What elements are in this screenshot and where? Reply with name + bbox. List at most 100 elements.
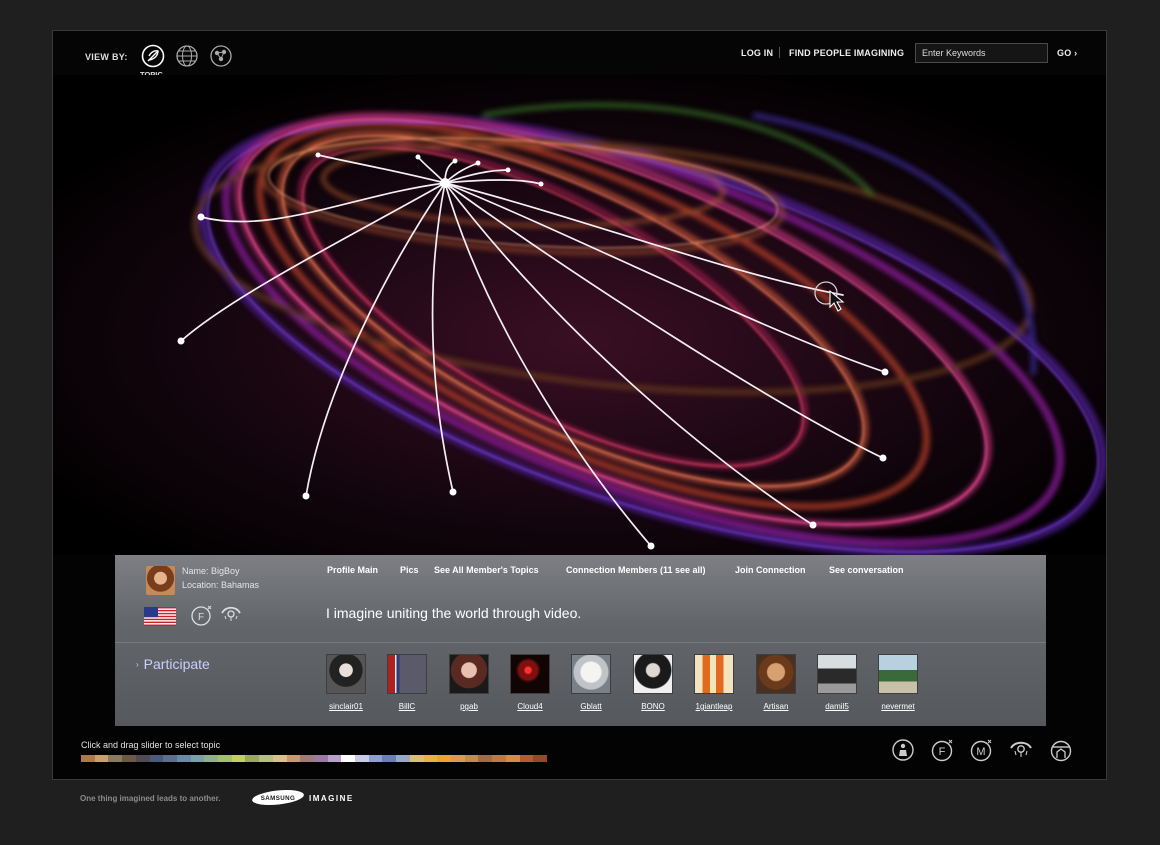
slider-color-segment[interactable] <box>396 755 410 762</box>
profile-panel: Name: BigBoy Location: Bahamas Profile M… <box>115 555 1046 726</box>
dome-icon[interactable] <box>1049 738 1073 762</box>
slider-color-segment[interactable] <box>313 755 328 762</box>
slider-color-segment[interactable] <box>492 755 506 762</box>
slider-color-segment[interactable] <box>286 755 301 762</box>
topic-icon[interactable] <box>141 44 165 68</box>
slider-color-segment[interactable] <box>464 755 479 762</box>
samsung-logo[interactable]: SAMSUNG <box>251 789 305 806</box>
topic-node[interactable] <box>881 368 889 376</box>
member-photo <box>449 654 489 694</box>
topic-node-center[interactable] <box>440 178 450 188</box>
go-button[interactable]: GO › <box>1057 48 1077 58</box>
join-connection-link[interactable]: Join Connection <box>735 565 806 575</box>
slider-color-segment[interactable] <box>204 755 219 762</box>
slider-color-segment[interactable] <box>368 755 383 762</box>
topic-node[interactable] <box>177 337 185 345</box>
member-topics-link[interactable]: See All Member's Topics <box>434 565 539 575</box>
member-name[interactable]: Artisan <box>756 702 796 711</box>
slider-color-segment[interactable] <box>245 755 260 762</box>
member-name[interactable]: BillC <box>387 702 427 711</box>
slider-color-segment[interactable] <box>108 755 123 762</box>
topic-color-slider[interactable] <box>81 755 547 762</box>
avatar[interactable] <box>146 566 175 595</box>
slider-color-segment[interactable] <box>450 755 465 762</box>
topic-node[interactable] <box>452 158 458 164</box>
slider-color-segment[interactable] <box>122 755 136 762</box>
member-thumbnail[interactable]: sinclair01 <box>326 654 366 711</box>
topic-node[interactable] <box>315 152 321 158</box>
profile-location: Location: Bahamas <box>182 580 260 590</box>
member-thumbnail[interactable]: damil5 <box>817 654 857 711</box>
person-icon[interactable] <box>891 738 915 762</box>
member-name[interactable]: 1giantleap <box>694 702 734 711</box>
slider-color-segment[interactable] <box>519 755 534 762</box>
member-thumbnail[interactable]: BillC <box>387 654 427 711</box>
slider-color-segment[interactable] <box>423 755 438 762</box>
slider-color-segment[interactable] <box>437 755 451 762</box>
topic-visualization[interactable] <box>53 75 1107 555</box>
keyword-search-input[interactable] <box>915 43 1048 63</box>
slider-color-segment[interactable] <box>300 755 314 762</box>
eye-icon[interactable] <box>220 604 242 626</box>
member-name[interactable]: Cloud4 <box>510 702 550 711</box>
f-icon[interactable]: F <box>930 738 954 762</box>
slider-color-segment[interactable] <box>135 755 150 762</box>
see-conversation-link[interactable]: See conversation <box>829 565 904 575</box>
member-name[interactable]: damil5 <box>817 702 857 711</box>
topic-node[interactable] <box>302 492 310 500</box>
connection-members-link[interactable]: Connection Members (11 see all) <box>566 565 706 575</box>
member-photo <box>756 654 796 694</box>
slider-color-segment[interactable] <box>327 755 342 762</box>
topic-node[interactable] <box>809 521 817 529</box>
slider-color-segment[interactable] <box>149 755 164 762</box>
member-name[interactable]: pgab <box>449 702 489 711</box>
member-thumbnail[interactable]: pgab <box>449 654 489 711</box>
topic-node[interactable] <box>197 213 205 221</box>
participate-arrow: › <box>136 660 139 669</box>
member-thumbnail[interactable]: BONO <box>633 654 673 711</box>
slider-color-segment[interactable] <box>163 755 177 762</box>
m-icon[interactable]: M <box>969 738 993 762</box>
find-people-link[interactable]: FIND PEOPLE IMAGINING <box>789 48 904 58</box>
member-name[interactable]: Gblatt <box>571 702 611 711</box>
slider-color-segment[interactable] <box>176 755 191 762</box>
slider-color-segment[interactable] <box>218 755 232 762</box>
profile-main-link[interactable]: Profile Main <box>327 565 378 575</box>
topic-node[interactable] <box>879 454 887 462</box>
member-name[interactable]: nevermet <box>878 702 918 711</box>
slider-color-segment[interactable] <box>231 755 246 762</box>
people-network-icon[interactable] <box>209 44 233 68</box>
slider-color-segment[interactable] <box>341 755 356 762</box>
slider-color-segment[interactable] <box>478 755 493 762</box>
separator <box>779 47 780 58</box>
eye-icon[interactable] <box>1009 738 1033 762</box>
slider-color-segment[interactable] <box>505 755 520 762</box>
topic-node[interactable] <box>538 181 544 187</box>
pics-link[interactable]: Pics <box>400 565 419 575</box>
member-name[interactable]: sinclair01 <box>326 702 366 711</box>
participate-link[interactable]: › Participate <box>136 656 210 672</box>
member-thumbnail[interactable]: Artisan <box>756 654 796 711</box>
slider-color-segment[interactable] <box>409 755 424 762</box>
topic-node[interactable] <box>449 488 457 496</box>
slider-color-segment[interactable] <box>272 755 287 762</box>
slider-color-segment[interactable] <box>190 755 205 762</box>
slider-color-segment[interactable] <box>259 755 273 762</box>
member-thumbnail[interactable]: Gblatt <box>571 654 611 711</box>
member-thumbnail[interactable]: 1giantleap <box>694 654 734 711</box>
topic-node[interactable] <box>475 160 481 166</box>
login-link[interactable]: LOG IN <box>741 48 773 58</box>
topic-node[interactable] <box>505 167 511 173</box>
topic-node[interactable] <box>647 542 655 550</box>
member-thumbnail[interactable]: nevermet <box>878 654 918 711</box>
globe-icon[interactable] <box>175 44 199 68</box>
f-icon[interactable]: F <box>190 604 212 626</box>
slider-color-segment[interactable] <box>355 755 369 762</box>
slider-color-segment[interactable] <box>81 755 95 762</box>
member-thumbnail[interactable]: Cloud4 <box>510 654 550 711</box>
topic-node[interactable] <box>415 154 421 160</box>
slider-color-segment[interactable] <box>382 755 397 762</box>
slider-color-segment[interactable] <box>533 755 547 762</box>
member-name[interactable]: BONO <box>633 702 673 711</box>
slider-color-segment[interactable] <box>94 755 109 762</box>
